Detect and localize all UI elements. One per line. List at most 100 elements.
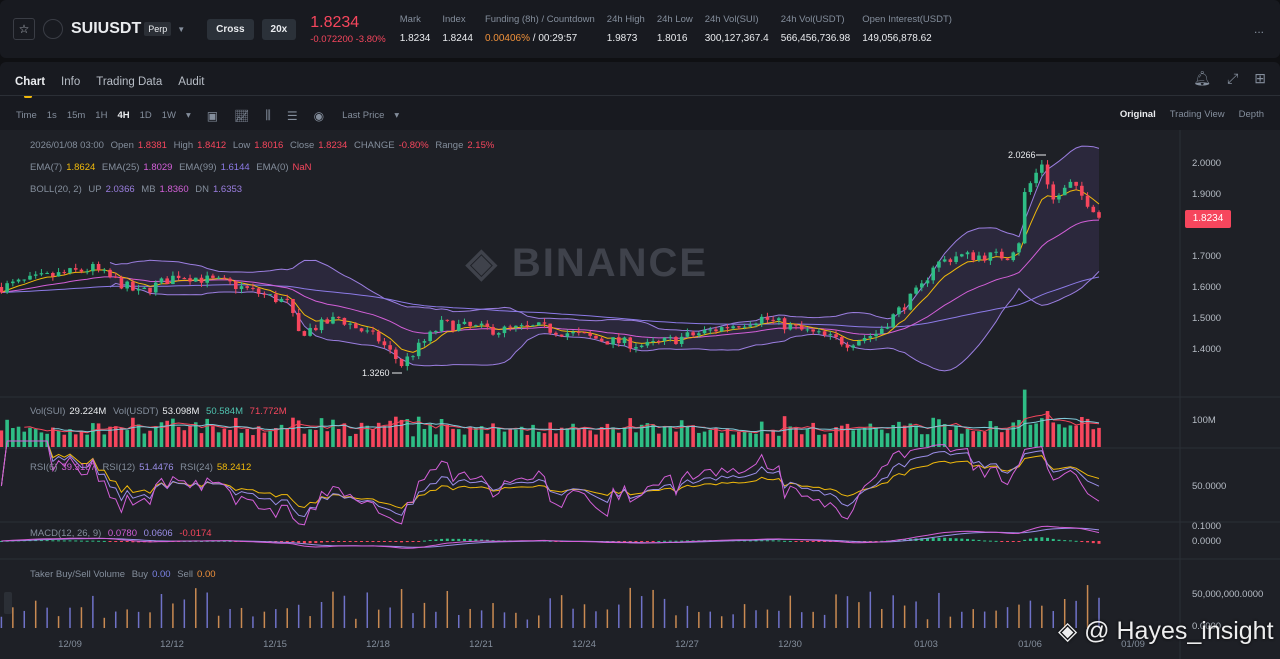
volume-bar (188, 425, 192, 447)
macd-histogram-bar (440, 538, 444, 541)
candle-body (11, 281, 15, 284)
candle-body (805, 329, 810, 331)
candle-body (359, 328, 364, 332)
sidebar-toggle-handle[interactable] (4, 592, 12, 614)
volume-bar (319, 418, 324, 447)
candle-body (371, 330, 375, 332)
macd-histogram-bar (994, 540, 998, 542)
settings-list-icon[interactable]: ☰ (287, 109, 298, 123)
macd-histogram-bar (937, 537, 941, 541)
volume-bar (605, 423, 610, 447)
legend-label: Close (289, 140, 315, 151)
layout-grid-icon[interactable]: ⊞ (1254, 70, 1266, 87)
tab-audit[interactable]: Audit (178, 76, 204, 88)
candle-body (165, 278, 169, 285)
candle-body (605, 341, 610, 345)
interval-15m[interactable]: 15m (67, 110, 85, 121)
volume-bar (514, 429, 518, 447)
candle-body (759, 316, 764, 324)
candle-body (485, 323, 490, 327)
candle-body (1034, 172, 1038, 184)
tab-info[interactable]: Info (61, 76, 80, 88)
date-tick: 12/12 (160, 639, 184, 650)
volume-bar (268, 430, 272, 447)
interval-1s[interactable]: 1s (47, 110, 57, 121)
candle-body (153, 282, 158, 293)
interval-4h[interactable]: 4H (117, 110, 129, 121)
candle-body (1091, 206, 1096, 213)
ticker-header: ☆ SUIUSDT Perp ▼ Cross 20x 1.8234 -0.072… (0, 0, 1280, 58)
macd-tick: 0.1000 (1192, 521, 1221, 532)
macd-histogram-bar (428, 539, 432, 541)
macd-dea-value: 0.0606 (143, 528, 173, 539)
candle-body (394, 349, 398, 359)
candle-body (862, 337, 867, 342)
macd-tick: 0.0000 (1192, 536, 1221, 547)
candle-body (1085, 195, 1090, 207)
tab-trading-data[interactable]: Trading Data (96, 76, 162, 88)
legend-label: RSI(24) (180, 462, 213, 473)
macd-histogram-bar (971, 539, 975, 541)
symbol-name[interactable]: SUIUSDT (71, 20, 141, 38)
ema99-value: 1.6144 (220, 162, 250, 173)
price-tick: 1.9000 (1192, 189, 1221, 200)
price-type-dropdown-icon[interactable]: ▾ (394, 110, 399, 121)
stat-value: 566,456,736.98 (780, 33, 851, 44)
volume-bar (502, 431, 507, 447)
candle-body (382, 341, 387, 346)
candle-body (576, 331, 581, 333)
indicator-icon[interactable]: 📈︎ (234, 109, 249, 123)
view-original[interactable]: Original (1120, 109, 1156, 120)
vol-usdt-value: 53.098M (162, 406, 200, 417)
volume-bar (171, 418, 175, 447)
expand-icon[interactable]: ⤢ (1227, 70, 1238, 87)
volume-bar (622, 427, 627, 447)
legend-label: EMA(25) (101, 162, 140, 173)
interval-dropdown-icon[interactable]: ▾ (186, 110, 191, 121)
taker-tick: 50,000,000.0000 (1192, 589, 1263, 600)
macd-histogram-bar (1074, 540, 1078, 542)
volume-legend: Vol(SUI) 29.224M Vol(USDT) 53.098M 50.584M… (30, 406, 291, 417)
volume-bar (731, 434, 735, 447)
candle-body (965, 252, 970, 255)
view-depth[interactable]: Depth (1239, 109, 1264, 120)
macd-histogram-bar (422, 540, 426, 542)
price-type-select[interactable]: Last Price (342, 110, 384, 121)
candle-body (171, 275, 175, 285)
macd-histogram-bar (348, 541, 352, 542)
interval-1h[interactable]: 1H (95, 110, 107, 121)
coin-logo (43, 19, 63, 39)
calendar-icon[interactable]: ▣ (207, 109, 218, 123)
favorite-star-icon[interactable]: ☆ (13, 18, 35, 40)
volume-bar (1057, 424, 1061, 447)
leverage-button[interactable]: 20x (261, 18, 297, 40)
candle-body (599, 338, 604, 342)
candle-type-icon[interactable]: ⫼ (265, 108, 271, 123)
macd-histogram-bar (1051, 538, 1055, 541)
taker-legend: Taker Buy/Sell Volume Buy 0.00 Sell 0.00 (30, 569, 220, 580)
view-trading-view[interactable]: Trading View (1170, 109, 1225, 120)
margin-mode-button[interactable]: Cross (207, 18, 254, 40)
candle-body (1062, 187, 1067, 196)
macd-histogram-bar (457, 538, 461, 541)
interval-1w[interactable]: 1W (162, 110, 176, 121)
target-icon[interactable]: ◉ (314, 109, 324, 123)
symbol-dropdown-icon[interactable]: ▼ (177, 25, 185, 34)
interval-label: Time (16, 110, 37, 121)
candle-body (925, 280, 930, 284)
stat-value: 149,056,878.62 (862, 33, 932, 44)
candle-body (611, 337, 615, 345)
volume-bar (1005, 429, 1010, 447)
alert-bell-icon[interactable]: 🔔︎ (1193, 70, 1211, 87)
legend-label: MACD(12, 26, 9) (30, 528, 102, 539)
volume-bar (314, 429, 318, 447)
funding-rate: 0.00406% (484, 33, 530, 44)
more-options-button[interactable]: ... (1254, 22, 1264, 36)
interval-1d[interactable]: 1D (140, 110, 152, 121)
volume-bar (359, 422, 364, 447)
macd-histogram-bar (811, 541, 815, 542)
tab-chart[interactable]: Chart (15, 76, 45, 98)
volume-bar (445, 424, 450, 447)
macd-histogram-bar (302, 541, 306, 544)
candle-body (148, 287, 152, 293)
